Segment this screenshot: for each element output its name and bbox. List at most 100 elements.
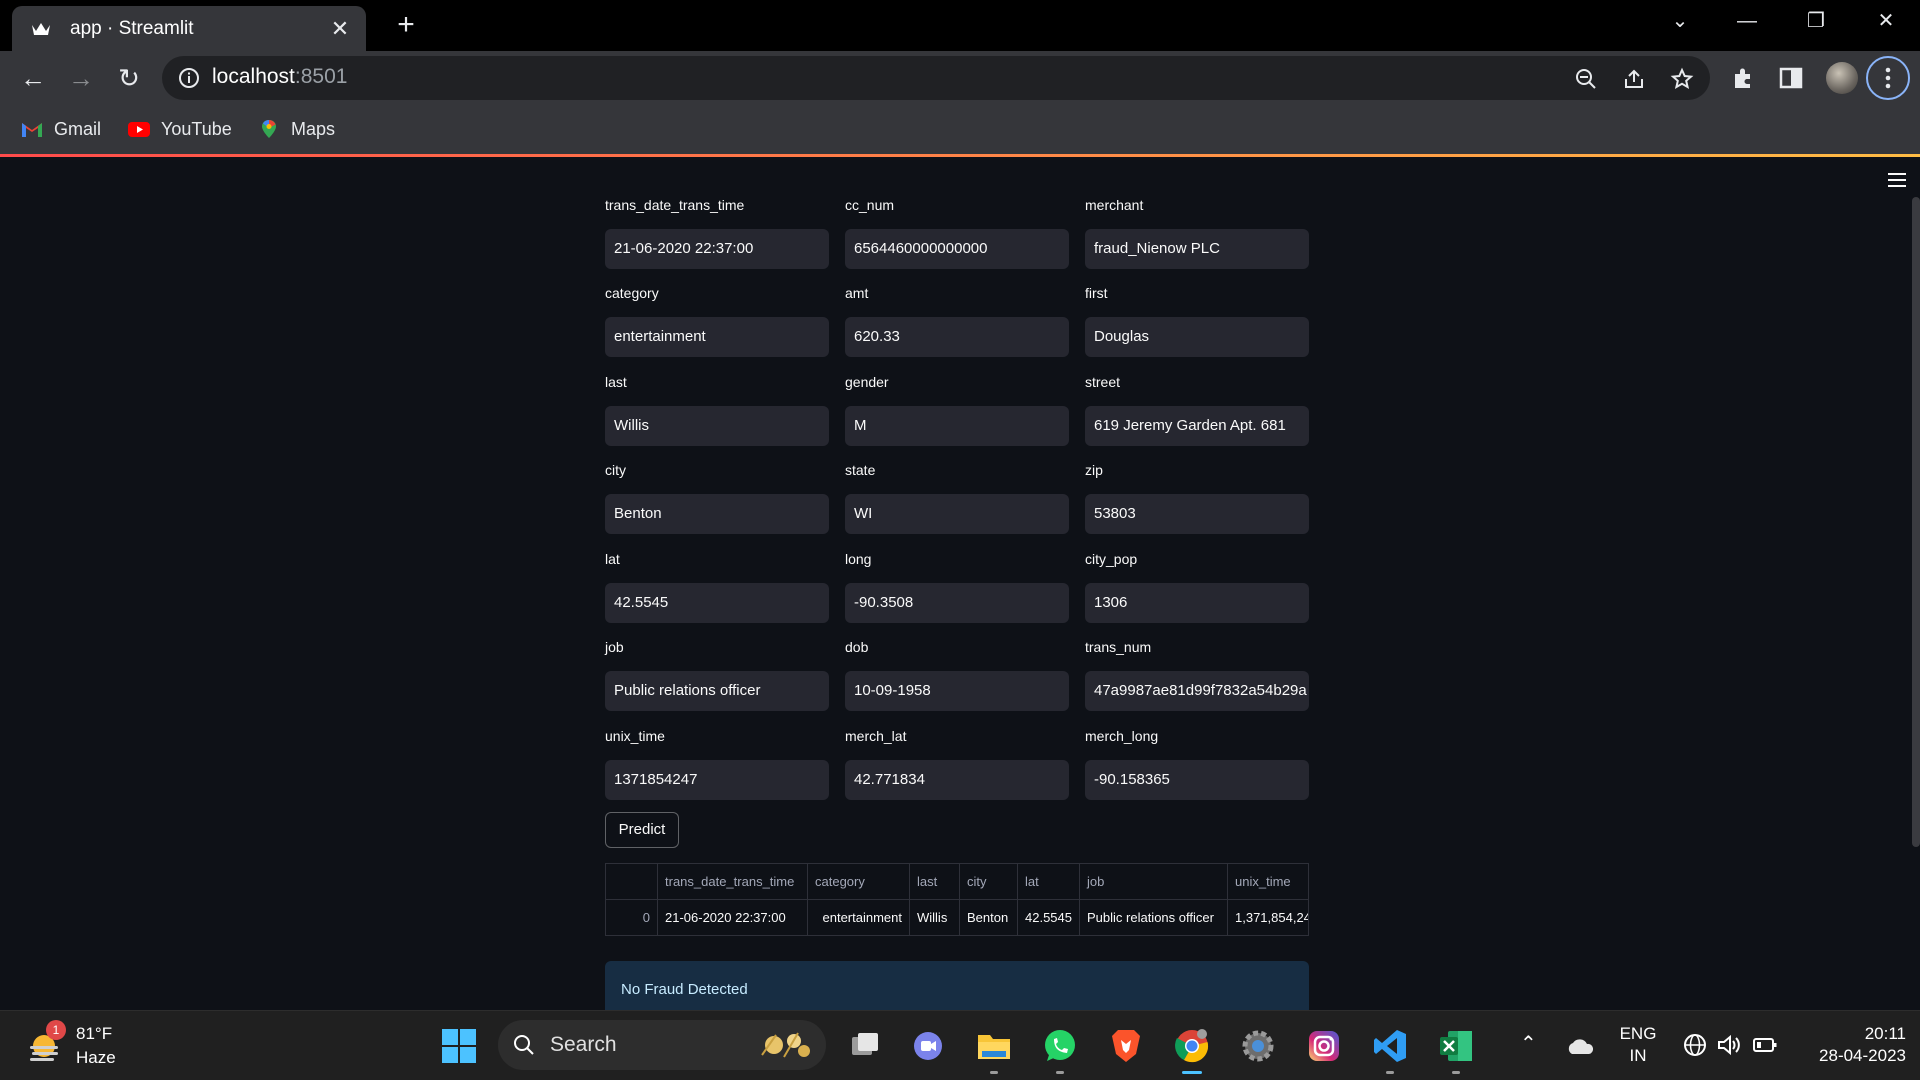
text-input[interactable]: 21-06-2020 22:37:00 [605,229,829,269]
back-icon[interactable]: ← [16,61,50,95]
forward-icon[interactable]: → [64,61,98,95]
tab-search-chevron-icon[interactable]: ⌄ [1660,6,1700,36]
bookmark-maps[interactable]: Maps [257,115,335,143]
text-input[interactable]: M [845,406,1069,446]
predict-button[interactable]: Predict [605,812,679,848]
text-input[interactable]: 619 Jeremy Garden Apt. 681 [1085,406,1309,446]
text-input[interactable]: 10-09-1958 [845,671,1069,711]
excel-icon [1440,1031,1472,1061]
task-view-button[interactable] [845,1026,885,1066]
start-button[interactable] [439,1026,479,1066]
profile-avatar[interactable] [1826,62,1858,94]
text-input[interactable]: 53803 [1085,494,1309,534]
text-input[interactable]: -90.3508 [845,583,1069,623]
field-label: amt [845,285,869,301]
address-bar[interactable]: localhost:8501 [162,56,1710,100]
tab-close-icon[interactable]: ✕ [328,16,352,41]
restore-icon[interactable]: ❐ [1796,6,1836,36]
instagram-button[interactable] [1304,1026,1344,1066]
bookmark-gmail[interactable]: Gmail [20,115,101,143]
weather-widget[interactable]: 1 81°F Haze [26,1020,116,1071]
table-cell[interactable]: Benton [960,900,1018,935]
text-input[interactable]: entertainment [605,317,829,357]
site-info-icon[interactable] [178,67,200,89]
bookmark-label: YouTube [161,118,232,139]
text-input[interactable]: 42.5545 [605,583,829,623]
share-icon[interactable] [1622,67,1646,91]
url-text[interactable]: localhost:8501 [212,65,347,89]
table-cell[interactable]: 42.5545 [1018,900,1080,935]
field-label: merch_lat [845,728,907,744]
field-label: trans_date_trans_time [605,197,745,213]
text-input[interactable]: Benton [605,494,829,534]
minimize-icon[interactable]: — [1727,6,1767,36]
brave-lion-icon [1112,1030,1140,1062]
chrome-menu-button[interactable] [1866,56,1910,100]
settings-button[interactable] [1238,1026,1278,1066]
table-header-cell[interactable]: job [1080,864,1228,900]
table-header-cell[interactable]: trans_date_trans_time [658,864,808,900]
volume-icon[interactable] [1716,1033,1742,1057]
table-cell[interactable]: entertainment [808,900,910,935]
text-input[interactable]: -90.158365 [1085,760,1309,800]
gear-icon [1242,1030,1274,1062]
window-close-icon[interactable]: ✕ [1866,6,1906,36]
extensions-puzzle-icon[interactable] [1730,65,1756,91]
clock[interactable]: 20:11 28-04-2023 [1796,1023,1906,1067]
table-cell[interactable]: 1,371,854,247 [1228,900,1308,935]
page-scrollbar[interactable] [1912,197,1920,847]
browser-tab[interactable]: app · Streamlit ✕ [12,6,366,51]
text-input[interactable]: WI [845,494,1069,534]
text-input[interactable]: 42.771834 [845,760,1069,800]
text-input[interactable]: 620.33 [845,317,1069,357]
bookmark-youtube[interactable]: YouTube [127,115,232,143]
table-header-cell[interactable] [606,864,658,900]
text-input[interactable]: fraud_Nienow PLC [1085,229,1309,269]
field-unix-time: unix_time 1371854247 [605,728,829,800]
network-globe-icon[interactable] [1682,1032,1708,1058]
text-input[interactable]: Willis [605,406,829,446]
result-dataframe[interactable]: trans_date_trans_time category last city… [605,863,1309,936]
side-panel-icon[interactable] [1778,65,1804,91]
table-index-cell: 0 [606,900,658,935]
table-header-cell[interactable]: last [910,864,960,900]
taskbar-search-box[interactable]: Search [498,1020,826,1070]
text-input[interactable]: Douglas [1085,317,1309,357]
field-dob: dob 10-09-1958 [845,639,1069,711]
text-input[interactable]: 1306 [1085,583,1309,623]
whatsapp-button[interactable] [1040,1026,1080,1074]
zoom-out-icon[interactable] [1574,67,1598,91]
main-menu-icon[interactable] [1888,173,1906,187]
chrome-button[interactable] [1172,1026,1212,1074]
field-merch-lat: merch_lat 42.771834 [845,728,1069,800]
table-cell[interactable]: Willis [910,900,960,935]
new-tab-button[interactable]: + [390,10,422,42]
field-label: dob [845,639,869,655]
table-header-cell[interactable]: unix_time [1228,864,1308,900]
search-icon [514,1035,534,1055]
brave-button[interactable] [1106,1026,1146,1066]
field-street: street 619 Jeremy Garden Apt. 681 [1085,374,1309,446]
text-input[interactable]: 47a9987ae81d99f7832a54b29a [1085,671,1309,711]
language-indicator[interactable]: ENG IN [1616,1023,1660,1067]
text-input[interactable]: 1371854247 [605,760,829,800]
reload-icon[interactable]: ↻ [112,61,146,95]
excel-button[interactable] [1436,1026,1476,1074]
table-cell[interactable]: Public relations officer [1080,900,1228,935]
table-header-cell[interactable]: category [808,864,910,900]
weather-condition: Haze [76,1048,116,1067]
file-explorer-button[interactable] [974,1026,1014,1074]
text-input[interactable]: Public relations officer [605,671,829,711]
text-input[interactable]: 6564460000000000 [845,229,1069,269]
teams-chat-button[interactable] [908,1026,948,1066]
show-hidden-icons-chevron[interactable]: ⌃ [1520,1033,1537,1055]
table-cell[interactable]: 21-06-2020 22:37:00 [658,900,808,935]
table-header-cell[interactable]: city [960,864,1018,900]
kebab-menu-icon [1885,67,1891,89]
bookmark-star-icon[interactable] [1670,67,1694,91]
onedrive-button[interactable] [1560,1026,1600,1066]
battery-icon[interactable] [1752,1035,1778,1055]
vscode-button[interactable] [1370,1026,1410,1074]
field-category: category entertainment [605,285,829,357]
table-header-cell[interactable]: lat [1018,864,1080,900]
